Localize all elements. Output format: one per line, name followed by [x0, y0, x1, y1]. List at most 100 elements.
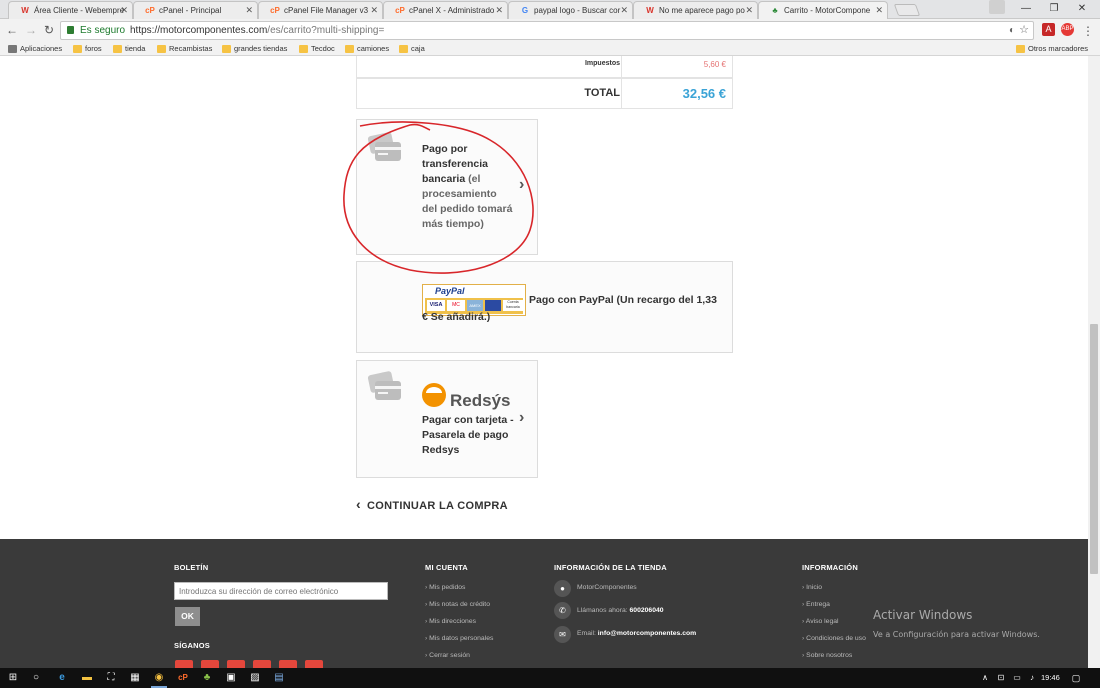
secure-label: Es seguro [80, 25, 126, 36]
cpanel-app-icon[interactable]: cP [175, 670, 191, 686]
url-text[interactable]: https://motorcomponentes.com/es/carrito?… [130, 22, 384, 39]
pdf-extension-icon[interactable]: A [1042, 23, 1055, 36]
volume-icon[interactable]: ♪ [1024, 670, 1040, 686]
info-link-terms[interactable]: Condiciones de uso [802, 635, 866, 642]
bookmark-tecdoc[interactable]: Tecdoc [299, 44, 335, 53]
tab-title: Carrito - MotorCompone [784, 6, 871, 15]
newsletter-email-input[interactable] [174, 582, 388, 600]
android-icon[interactable]: ♣ [199, 670, 215, 686]
paypal-text: Pago con PayPal (Un recargo del 1,33 € S… [422, 294, 717, 323]
photos-icon[interactable]: ▨ [247, 670, 263, 686]
address-bar[interactable]: Es seguro https://motorcomponentes.com/e… [60, 21, 1034, 40]
tab-title: No me aparece pago po [659, 6, 745, 15]
tax-label: Impuestos [584, 60, 620, 67]
info-link-delivery[interactable]: Entrega [802, 601, 830, 608]
tab-cpanel-file-manager[interactable]: cP cPanel File Manager v3 ✕ [258, 1, 383, 19]
minimize-icon[interactable]: — [1012, 1, 1040, 17]
reload-icon[interactable]: ↻ [41, 22, 57, 38]
menu-icon[interactable]: ⋮ [1080, 23, 1096, 39]
account-link-orders[interactable]: Mis pedidos [425, 584, 465, 591]
store-phone: Llámanos ahora: 600206040 [577, 607, 664, 614]
account-link-addresses[interactable]: Mis direcciones [425, 618, 476, 625]
calculator-icon[interactable]: ▦ [127, 670, 143, 686]
display-icon[interactable]: ▭ [1009, 670, 1025, 686]
page-scrollbar[interactable] [1088, 56, 1100, 668]
total-label: TOTAL [584, 87, 620, 99]
redsys-wordmark: Redsýs [450, 391, 511, 410]
bookmark-caja[interactable]: caja [399, 44, 425, 53]
terminal-icon[interactable]: ▣ [223, 670, 239, 686]
windows-activation-watermark: Activar Windows Ve a Configuración para … [873, 608, 1040, 641]
tab-cpanel-principal[interactable]: cP cPanel - Principal ✕ [133, 1, 258, 19]
bookmark-foros[interactable]: foros [73, 44, 102, 53]
close-tab-icon[interactable]: ✕ [495, 5, 503, 16]
bookmark-grandes-tiendas[interactable]: grandes tiendas [222, 44, 287, 53]
info-link-legal[interactable]: Aviso legal [802, 618, 839, 625]
store-email: Email: info@motorcomponentes.com [577, 630, 696, 637]
redsys-logo-icon [422, 383, 446, 407]
close-tab-icon[interactable]: ✕ [370, 5, 378, 16]
total-row: TOTAL 32,56 € [356, 78, 733, 109]
bookmark-apps[interactable]: Aplicaciones [8, 44, 62, 53]
close-tab-icon[interactable]: ✕ [620, 5, 628, 16]
webempresa-icon: W [21, 6, 29, 15]
bookmark-tienda[interactable]: tienda [113, 44, 145, 53]
watermark-title: Activar Windows [873, 608, 973, 622]
chevron-left-icon: ‹ [356, 496, 361, 512]
taskbar-clock[interactable]: 19:46 [1041, 673, 1060, 682]
cortana-icon[interactable]: ○ [28, 670, 44, 686]
email-address[interactable]: info@motorcomponentes.com [598, 630, 696, 637]
close-tab-icon[interactable]: ✕ [745, 5, 753, 16]
webempresa-icon: W [646, 6, 654, 15]
account-link-credit-notes[interactable]: Mis notas de crédito [425, 601, 490, 608]
phone-icon: ✆ [554, 602, 571, 619]
bookmark-otros-marcadores[interactable]: Otros marcadores [1016, 44, 1088, 53]
restore-icon[interactable]: ❐ [1040, 1, 1068, 17]
bookmark-recambistas[interactable]: Recambistas [157, 44, 212, 53]
tab-title: cPanel X - Administrado [409, 6, 495, 15]
account-link-personal-data[interactable]: Mis datos personales [425, 635, 493, 642]
newsletter-submit-button[interactable]: OK [175, 607, 200, 626]
adblock-extension-icon[interactable]: ABP [1061, 23, 1074, 36]
translate-icon[interactable]: ◐ [1009, 22, 1015, 39]
tab-paypal-logo[interactable]: G paypal logo - Buscar cor ✕ [508, 1, 633, 19]
close-tab-icon[interactable]: ✕ [120, 5, 128, 16]
notifications-icon[interactable]: ▢ [1068, 670, 1084, 686]
info-link-about[interactable]: Sobre nosotros [802, 652, 852, 659]
follow-us-title: SÍGANOS [174, 641, 210, 650]
info-link-home[interactable]: Inicio [802, 584, 822, 591]
close-tab-icon[interactable]: ✕ [875, 5, 883, 16]
tab-area-cliente[interactable]: W Área Cliente - Webempre ✕ [8, 1, 133, 19]
tab-no-me-aparece[interactable]: W No me aparece pago po ✕ [633, 1, 758, 19]
lock-icon [67, 26, 74, 34]
file-explorer-icon[interactable]: ▬ [79, 670, 95, 686]
payment-redsys[interactable]: Redsýs Pagar con tarjeta - Pasarela de p… [356, 360, 538, 478]
chevron-right-icon: › [519, 409, 525, 426]
back-icon[interactable]: ← [4, 22, 20, 38]
watermark-subtitle: Ve a Configuración para activar Windows. [873, 630, 1040, 639]
store-icon[interactable]: ⛶ [103, 670, 119, 686]
bookmark-star-icon[interactable]: ☆ [1019, 22, 1029, 39]
continue-shopping-link[interactable]: ‹ CONTINUAR LA COMPRA [356, 496, 508, 512]
bookmark-camiones[interactable]: camiones [345, 44, 389, 53]
chrome-icon[interactable]: ◉ [151, 670, 167, 688]
close-tab-icon[interactable]: ✕ [245, 5, 253, 16]
close-window-icon[interactable]: ✕ [1068, 1, 1096, 17]
site-footer: BOLETÍN OK SÍGANOS MI CUENTA Mis pedidos… [0, 539, 1088, 670]
forward-icon[interactable]: → [23, 22, 39, 38]
tray-chevron-up-icon[interactable]: ∧ [977, 670, 993, 686]
profile-avatar[interactable] [989, 0, 1005, 14]
scrollbar-thumb[interactable] [1090, 324, 1098, 574]
cpanel-icon: cP [395, 6, 405, 15]
red-circle-annotation [343, 121, 534, 274]
network-icon[interactable]: ⊡ [993, 670, 1009, 686]
tab-carrito[interactable]: ♣ Carrito - MotorCompone ✕ [758, 1, 888, 19]
windows-start-icon[interactable]: ⊞ [5, 670, 21, 686]
account-link-logout[interactable]: Cerrar sesión [425, 652, 470, 659]
edge-icon[interactable]: e [54, 670, 70, 686]
new-tab-button[interactable] [893, 4, 921, 16]
phone-number: 600206040 [629, 607, 664, 614]
tab-cpanel-administrador[interactable]: cP cPanel X - Administrado ✕ [383, 1, 508, 19]
document-icon[interactable]: ▤ [271, 670, 287, 686]
store-info-title: INFORMACIÓN DE LA TIENDA [554, 563, 667, 572]
